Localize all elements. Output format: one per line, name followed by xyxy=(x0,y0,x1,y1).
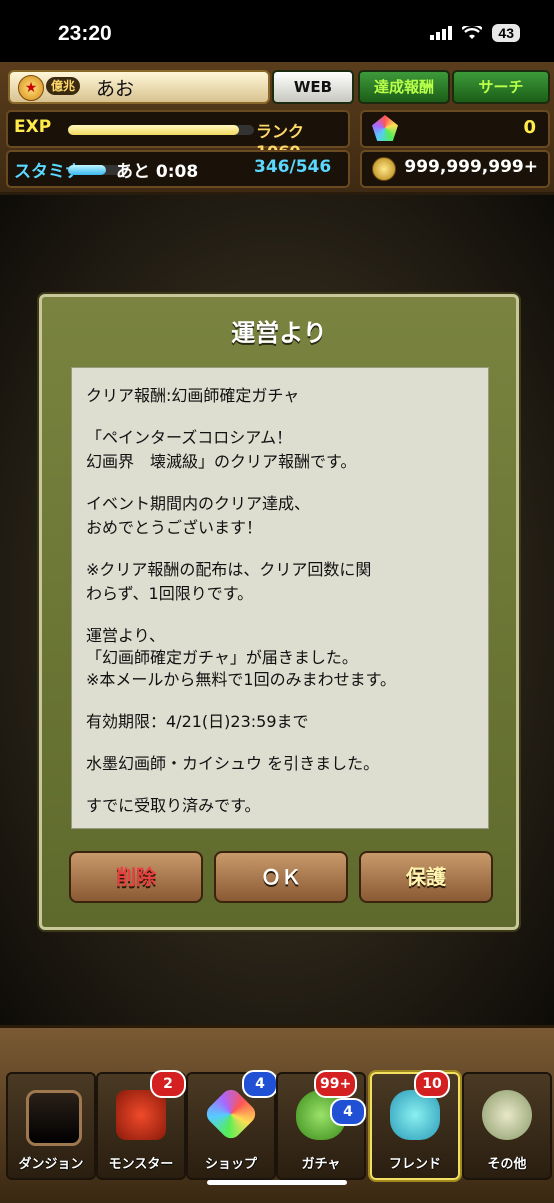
stamina-timer: あと 0:08 xyxy=(116,162,199,182)
question-mark-icon xyxy=(482,1090,532,1140)
exp-row: EXP ランク1060 xyxy=(6,110,350,161)
bottom-tab-bar: ダンジョン 2 モンスター 4 ショップ 99+ 4 ガチャ 10 フレンド そ… xyxy=(0,1025,554,1203)
stamina-value: 346/546 xyxy=(254,157,332,177)
tab-label: ショップ xyxy=(204,1157,257,1172)
ok-button[interactable]: ＯＫ xyxy=(214,851,348,903)
player-namebar[interactable]: ★ 億兆 あお xyxy=(8,70,270,104)
monster-badge: 2 xyxy=(150,1070,186,1098)
coin-row: 999,999,999+ xyxy=(360,150,550,188)
battery-icon: 43 xyxy=(492,24,520,42)
tab-label: その他 xyxy=(487,1157,527,1172)
gacha-badge-secondary: 4 xyxy=(330,1098,366,1126)
delete-button[interactable]: 削除 xyxy=(69,851,203,903)
title-badge: 億兆 xyxy=(46,77,81,95)
stamina-row: スタミナ あと 0:08 346/546 xyxy=(6,150,350,188)
message-line: 有効期限：4/21(日)23:59まで xyxy=(86,712,309,731)
dungeon-gate-icon xyxy=(26,1090,82,1146)
message-line: 水墨幻画師・カイシュウ を引きました。 xyxy=(86,754,380,773)
game-hud: ★ 億兆 あお WEB 達成報酬 サーチ EXP ランク1060 スタミナ あと… xyxy=(0,62,554,195)
status-time: 23:20 xyxy=(58,22,112,45)
gacha-badge: 99+ xyxy=(314,1070,358,1098)
search-button[interactable]: サーチ xyxy=(452,70,550,104)
tab-other[interactable]: その他 xyxy=(462,1072,552,1180)
message-line: クリア報酬:幻画師確定ガチャ xyxy=(86,386,300,405)
tab-dungeon[interactable]: ダンジョン xyxy=(6,1072,96,1180)
exp-label: EXP xyxy=(14,117,52,137)
cellular-signal-icon xyxy=(430,26,453,40)
coin-count: 999,999,999+ xyxy=(404,157,538,177)
message-line: 運営より、 xyxy=(86,626,166,645)
shop-badge: 4 xyxy=(242,1070,278,1098)
tab-label: フレンド xyxy=(388,1157,441,1172)
tab-label: モンスター xyxy=(108,1157,174,1172)
exp-bar-fill xyxy=(68,125,240,135)
tab-label: ガチャ xyxy=(301,1157,341,1172)
message-line: すでに受取り済みです。 xyxy=(86,796,261,815)
mail-dialog: 運営より クリア報酬:幻画師確定ガチャ 「ペインターズコロシアム！ 幻画界 壊滅… xyxy=(39,294,519,930)
magic-stone-row[interactable]: 0 xyxy=(360,110,550,148)
protect-button[interactable]: 保護 xyxy=(359,851,493,903)
wifi-icon xyxy=(462,26,483,39)
status-icons: 43 xyxy=(430,24,520,42)
status-bar: 23:20 43 xyxy=(0,0,554,62)
magic-stone-icon xyxy=(372,115,398,141)
friend-badge: 10 xyxy=(414,1070,450,1098)
message-line: ※本メールから無料で1回のみまわせます。 xyxy=(86,670,396,689)
tab-friend[interactable]: 10 フレンド xyxy=(370,1070,460,1180)
tab-monster[interactable]: 2 モンスター xyxy=(96,1070,186,1180)
coin-icon xyxy=(372,157,396,181)
message-line: おめでとうございます！ xyxy=(86,518,263,537)
tab-shop[interactable]: 4 ショップ xyxy=(186,1070,278,1180)
message-line: わらず、1回限りです。 xyxy=(86,584,254,603)
exp-bar xyxy=(68,125,254,135)
message-line: ※クリア報酬の配布は、クリア回数に関 xyxy=(86,560,372,579)
message-box: クリア報酬:幻画師確定ガチャ 「ペインターズコロシアム！ 幻画界 壊滅級」のクリ… xyxy=(71,367,489,829)
stamina-bar-fill xyxy=(68,165,106,175)
tab-label: ダンジョン xyxy=(18,1157,84,1172)
message-line: 「ペインターズコロシアム！ xyxy=(86,428,293,447)
player-name: あお xyxy=(96,78,135,100)
achievement-rewards-button[interactable]: 達成報酬 xyxy=(358,70,450,104)
dialog-title: 運営より xyxy=(231,319,327,347)
message-line: 「幻画師確定ガチャ」が届きました。 xyxy=(86,648,358,667)
magic-stone-count: 0 xyxy=(523,117,536,138)
message-line: 幻画界 壊滅級」のクリア報酬です。 xyxy=(86,452,357,471)
message-line: イベント期間内のクリア達成、 xyxy=(86,494,311,513)
rank-star-icon: ★ xyxy=(18,75,44,101)
tab-gacha[interactable]: 99+ 4 ガチャ xyxy=(276,1070,366,1180)
web-button[interactable]: WEB xyxy=(272,70,354,104)
home-indicator[interactable] xyxy=(207,1180,347,1185)
